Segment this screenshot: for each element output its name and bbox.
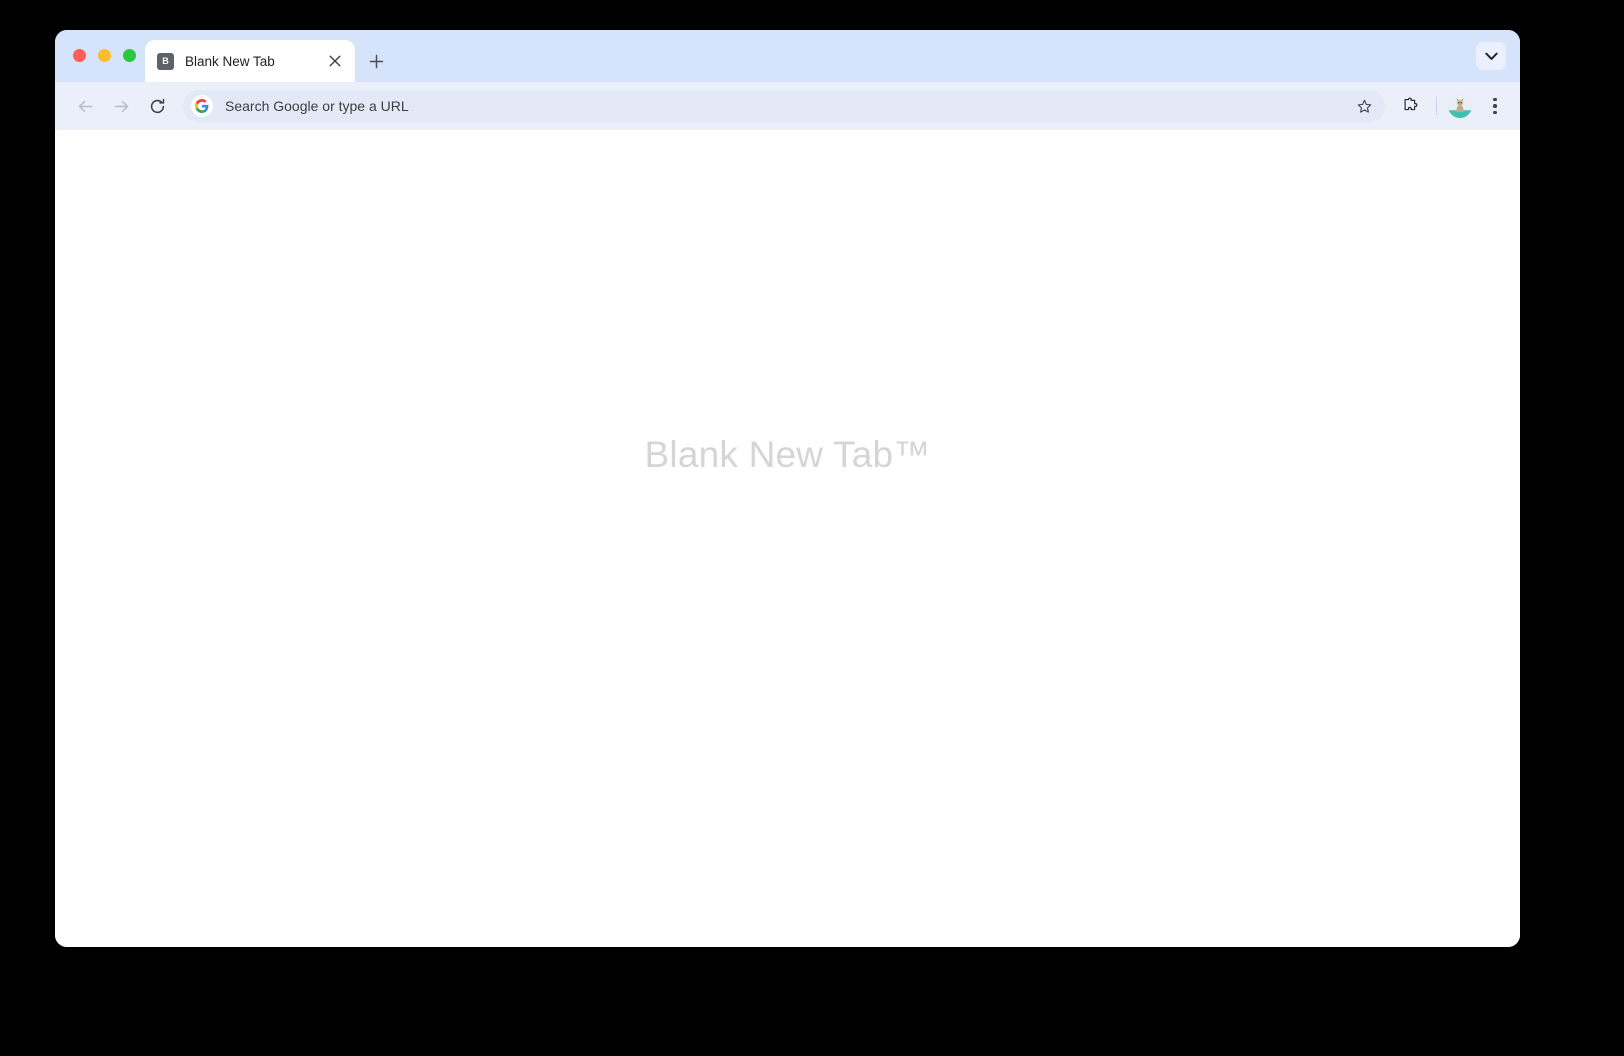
forward-button[interactable] — [105, 90, 137, 122]
tabs-row: B Blank New Tab — [145, 40, 391, 82]
back-button[interactable] — [69, 90, 101, 122]
three-dot-menu-icon — [1493, 104, 1497, 108]
browser-toolbar: Search Google or type a URL — [55, 82, 1520, 130]
arrow-left-icon — [78, 100, 92, 112]
new-tab-button[interactable] — [361, 46, 391, 76]
chevron-down-icon — [1484, 52, 1498, 60]
tab-favicon-icon: B — [157, 52, 174, 70]
tab-title: Blank New Tab — [185, 53, 275, 69]
minimize-window-button[interactable] — [98, 49, 111, 62]
tab-strip: B Blank New Tab — [55, 30, 1520, 82]
close-window-button[interactable] — [73, 49, 86, 62]
extensions-button[interactable] — [1395, 91, 1425, 121]
arrow-right-icon — [114, 100, 128, 112]
browser-window: B Blank New Tab Search Google or type a … — [55, 30, 1520, 947]
bookmark-star-icon[interactable] — [1351, 93, 1377, 119]
browser-menu-button[interactable] — [1482, 91, 1508, 121]
avatar-cat-icon — [1448, 94, 1472, 118]
close-icon[interactable] — [325, 51, 345, 71]
address-bar-placeholder: Search Google or type a URL — [225, 98, 409, 114]
plus-icon — [369, 54, 383, 68]
reload-button[interactable] — [141, 90, 173, 122]
page-content: Blank New Tab™ — [55, 130, 1520, 947]
screenshot-root: B Blank New Tab Search Google or type a … — [0, 0, 1624, 1056]
tab-blank-new-tab[interactable]: B Blank New Tab — [145, 40, 355, 82]
reload-icon — [150, 98, 164, 113]
maximize-window-button[interactable] — [123, 49, 136, 62]
address-bar[interactable]: Search Google or type a URL — [183, 90, 1385, 122]
page-title: Blank New Tab™ — [644, 434, 931, 475]
puzzle-piece-icon — [1404, 97, 1417, 110]
toolbar-divider — [1436, 97, 1437, 115]
google-g-icon — [191, 95, 213, 117]
three-dot-menu-icon — [1493, 97, 1497, 102]
tab-search-button[interactable] — [1476, 42, 1506, 70]
profile-avatar[interactable] — [1448, 94, 1472, 118]
three-dot-menu-icon — [1493, 110, 1497, 115]
window-controls — [73, 49, 136, 62]
